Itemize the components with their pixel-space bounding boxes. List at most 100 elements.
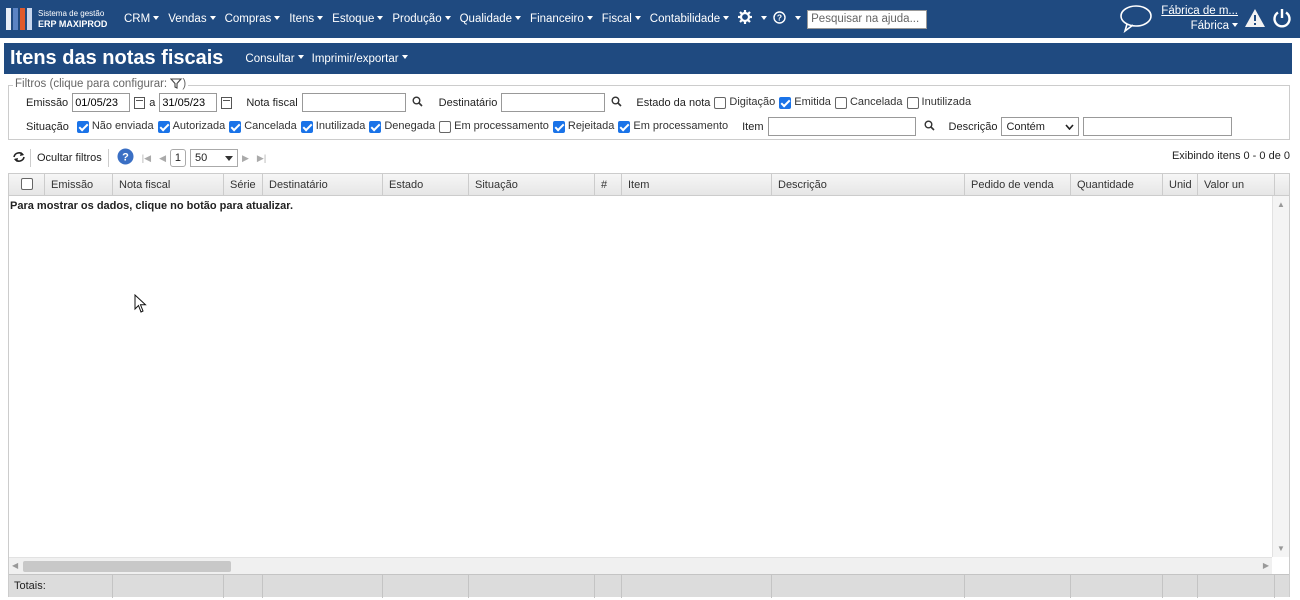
situacao-denegada-checkbox[interactable]: Denegada (369, 120, 439, 133)
col-item[interactable]: Item (622, 174, 772, 196)
horizontal-scrollbar[interactable]: ◀ ▶ (9, 557, 1272, 574)
warning-icon[interactable] (1244, 8, 1266, 31)
col-number[interactable]: # (595, 174, 622, 196)
caret-down-icon (1232, 22, 1238, 27)
mouse-cursor-icon (134, 293, 148, 317)
search-icon[interactable] (611, 96, 622, 110)
situacao-inutilizada-checkbox[interactable]: Inutilizada (300, 120, 370, 133)
destinatario-label: Destinatário (438, 96, 498, 109)
scroll-left-icon[interactable]: ◀ (12, 561, 18, 570)
help-search-input[interactable] (807, 9, 928, 29)
caret-down-icon (209, 15, 216, 20)
page-size-select[interactable]: 50 (189, 149, 238, 167)
col-unid[interactable]: Unid (1163, 174, 1198, 196)
previous-page-icon[interactable]: ◀ (159, 153, 166, 164)
scroll-thumb[interactable] (23, 561, 231, 572)
help-caret-icon[interactable] (795, 16, 802, 20)
caret-down-icon (224, 155, 233, 161)
estado-digitacao-checkbox[interactable]: Digitação (714, 96, 779, 109)
menu-crm[interactable]: CRM (124, 13, 160, 25)
consultar-menu[interactable]: Consultar (245, 53, 304, 65)
refresh-icon[interactable] (12, 151, 26, 166)
power-icon[interactable] (1272, 8, 1292, 31)
nota-fiscal-input[interactable] (301, 93, 406, 112)
vertical-scrollbar[interactable]: ▲ ▼ (1272, 196, 1289, 557)
menu-vendas[interactable]: Vendas (168, 13, 216, 25)
help-circle-icon[interactable]: ? (117, 148, 134, 168)
col-emissao[interactable]: Emissão (45, 174, 113, 196)
menu-qualidade[interactable]: Qualidade (460, 13, 522, 25)
estado-inutilizada-checkbox[interactable]: Inutilizada (906, 96, 976, 109)
search-icon[interactable] (412, 96, 423, 110)
emissao-label: Emissão (26, 96, 69, 109)
caret-down-icon (274, 15, 281, 20)
date-from-input[interactable] (72, 93, 131, 112)
scroll-down-icon[interactable]: ▼ (1277, 544, 1285, 553)
col-nota-fiscal[interactable]: Nota fiscal (113, 174, 224, 196)
scroll-up-icon[interactable]: ▲ (1277, 200, 1285, 209)
logo-line1: Sistema de gestão (38, 9, 105, 18)
situacao-autorizada-checkbox[interactable]: Autorizada (157, 120, 230, 133)
filters-legend[interactable]: Filtros (clique para configurar: ) (13, 78, 189, 90)
app-logo[interactable]: Sistema de gestão ERP MAXIPROD (6, 8, 118, 30)
descricao-input[interactable] (1083, 117, 1233, 136)
destinatario-input[interactable] (501, 93, 606, 112)
hide-filters-button[interactable]: Ocultar filtros (37, 152, 102, 164)
col-quantidade[interactable]: Quantidade (1071, 174, 1163, 196)
caret-down-icon (377, 15, 384, 20)
page-title: Itens das notas fiscais (10, 47, 224, 69)
nota-fiscal-label: Nota fiscal (246, 96, 298, 109)
question-circle-icon[interactable]: ? (773, 10, 786, 28)
caret-down-icon (634, 15, 641, 20)
items-grid: Emissão Nota fiscal Série Destinatário E… (8, 173, 1290, 598)
caret-down-icon (515, 15, 522, 20)
caret-down-icon (317, 15, 324, 20)
settings-caret-icon[interactable] (761, 16, 768, 20)
menu-itens[interactable]: Itens (289, 13, 324, 25)
caret-down-icon (723, 15, 730, 20)
scroll-right-icon[interactable]: ▶ (1263, 561, 1269, 570)
menu-estoque[interactable]: Estoque (332, 13, 384, 25)
item-input[interactable] (767, 117, 916, 136)
estado-cancelada-checkbox[interactable]: Cancelada (834, 96, 907, 109)
page-title-bar: Itens das notas fiscais Consultar Imprim… (4, 43, 1292, 74)
situacao-cancelada-checkbox[interactable]: Cancelada (229, 120, 301, 133)
caret-down-icon (153, 15, 160, 20)
page-number-input[interactable]: 1 (169, 149, 186, 167)
menu-compras[interactable]: Compras (225, 13, 281, 25)
situacao-em-processamento-checkbox[interactable]: Em processamento (439, 120, 553, 133)
date-to-input[interactable] (159, 93, 218, 112)
col-situacao[interactable]: Situação (469, 174, 595, 196)
select-all-checkbox[interactable] (9, 174, 45, 196)
next-page-icon[interactable]: ▶ (242, 153, 249, 164)
col-estado[interactable]: Estado (383, 174, 469, 196)
menu-contabilidade[interactable]: Contabilidade (650, 13, 730, 25)
svg-text:?: ? (122, 152, 129, 164)
first-page-icon[interactable]: |◀ (142, 153, 151, 164)
col-destinatario[interactable]: Destinatário (263, 174, 383, 196)
col-valor-un[interactable]: Valor un (1198, 174, 1275, 196)
menu-fiscal[interactable]: Fiscal (602, 13, 641, 25)
situacao-nao-enviada-checkbox[interactable]: Não enviada (76, 120, 158, 133)
menu-producao[interactable]: Produção (392, 13, 451, 25)
company-selector[interactable]: Fábrica (1161, 19, 1238, 34)
search-icon[interactable] (924, 120, 935, 134)
calendar-icon[interactable] (134, 96, 146, 109)
filter-funnel-icon[interactable] (170, 78, 183, 90)
empty-grid-message: Para mostrar os dados, clique no botão p… (10, 200, 294, 212)
gear-icon[interactable] (738, 10, 753, 28)
menu-financeiro[interactable]: Financeiro (530, 13, 593, 25)
imprimir-exportar-menu[interactable]: Imprimir/exportar (312, 53, 408, 65)
situacao-em-processamento-2-checkbox[interactable]: Em processamento (618, 120, 732, 133)
situacao-rejeitada-checkbox[interactable]: Rejeitada (552, 120, 618, 133)
descricao-mode-select[interactable]: Contém (1001, 117, 1080, 136)
descricao-label: Descrição (948, 120, 998, 133)
col-serie[interactable]: Série (224, 174, 263, 196)
chat-bubble-icon[interactable] (1119, 3, 1153, 36)
last-page-icon[interactable]: ▶| (257, 153, 266, 164)
col-pedido-de-venda[interactable]: Pedido de venda (965, 174, 1071, 196)
company-link[interactable]: Fábrica de m... (1161, 4, 1238, 19)
estado-emitida-checkbox[interactable]: Emitida (779, 96, 835, 109)
calendar-icon[interactable] (221, 96, 233, 109)
col-descricao[interactable]: Descrição (772, 174, 965, 196)
